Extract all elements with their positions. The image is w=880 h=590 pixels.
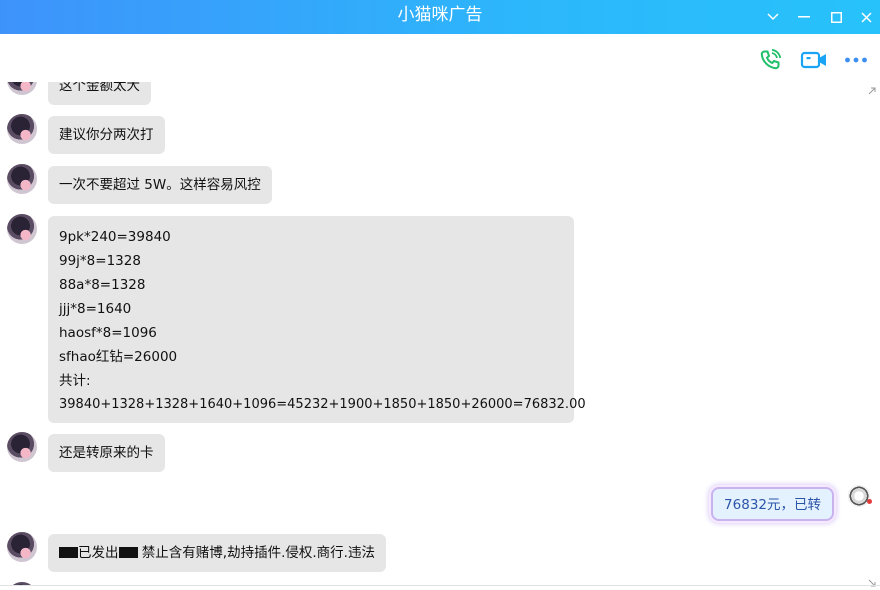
message-text: 一次不要超过 5W。这样容易风控	[59, 177, 261, 193]
redaction-block	[59, 547, 78, 558]
contact-avatar[interactable]	[7, 114, 37, 144]
divider	[0, 585, 880, 586]
contact-avatar[interactable]	[7, 432, 37, 462]
contact-avatar[interactable]	[7, 214, 37, 244]
status-dot	[867, 499, 872, 504]
contact-avatar[interactable]	[7, 164, 37, 194]
message-line: haosf*8=1096	[59, 325, 157, 341]
contact-avatar[interactable]	[7, 532, 37, 562]
scroll-up-icon[interactable]	[868, 80, 878, 95]
message-bubble[interactable]: 这个金额太大	[48, 82, 151, 105]
message-text: 这个金额太大	[59, 82, 140, 94]
message-line: 88a*8=1328	[59, 277, 146, 293]
message-text: 还是转原来的卡	[59, 445, 154, 461]
my-avatar[interactable]	[848, 485, 872, 507]
message-line: 9pk*240=39840	[59, 229, 171, 245]
message-line: sfhao红钻=26000	[59, 349, 178, 365]
message-bubble[interactable]: 9pk*240=39840 99j*8=1328 88a*8=1328 jjj*…	[48, 216, 586, 423]
maximize-icon[interactable]	[821, 0, 851, 34]
scroll-down-icon[interactable]	[868, 572, 878, 587]
contact-avatar[interactable]	[7, 82, 37, 95]
redaction-block	[118, 547, 138, 558]
message-line: 39840+1328+1328+1640+1096=45232+1900+185…	[59, 397, 586, 412]
message-bubble[interactable]: 还是转原来的卡	[48, 434, 165, 472]
message-text: 建议你分两次打	[59, 127, 154, 143]
video-call-icon[interactable]	[799, 46, 829, 74]
message-bubble[interactable]: 已发出 禁止含有赌博,劫持插件.侵权.商行.违法	[48, 534, 386, 572]
message-line: 共计:	[59, 373, 91, 389]
chevron-down-icon[interactable]	[758, 0, 788, 34]
minimize-icon[interactable]	[789, 0, 819, 34]
message-text: 76832元，已转	[724, 497, 821, 513]
close-icon[interactable]	[851, 0, 880, 34]
more-icon[interactable]	[841, 46, 871, 74]
message-prefix: 已发出	[78, 545, 119, 561]
phone-call-icon[interactable]	[755, 46, 785, 74]
message-bubble[interactable]: 建议你分两次打	[48, 116, 165, 154]
message-line: 99j*8=1328	[59, 253, 141, 269]
my-message-bubble[interactable]: 76832元，已转	[711, 487, 834, 521]
message-line: jjj*8=1640	[59, 301, 132, 317]
message-bubble[interactable]: 一次不要超过 5W。这样容易风控	[48, 166, 272, 204]
message-list[interactable]: 这个金额太大 建议你分两次打 一次不要超过 5W。这样容易风控 9pk*240=…	[0, 82, 880, 586]
window-title: 小猫咪广告	[397, 5, 483, 25]
chat-toolbar	[0, 34, 880, 82]
message-text: 禁止含有赌博,劫持插件.侵权.商行.违法	[141, 545, 375, 561]
title-bar: 小猫咪广告	[0, 0, 880, 34]
